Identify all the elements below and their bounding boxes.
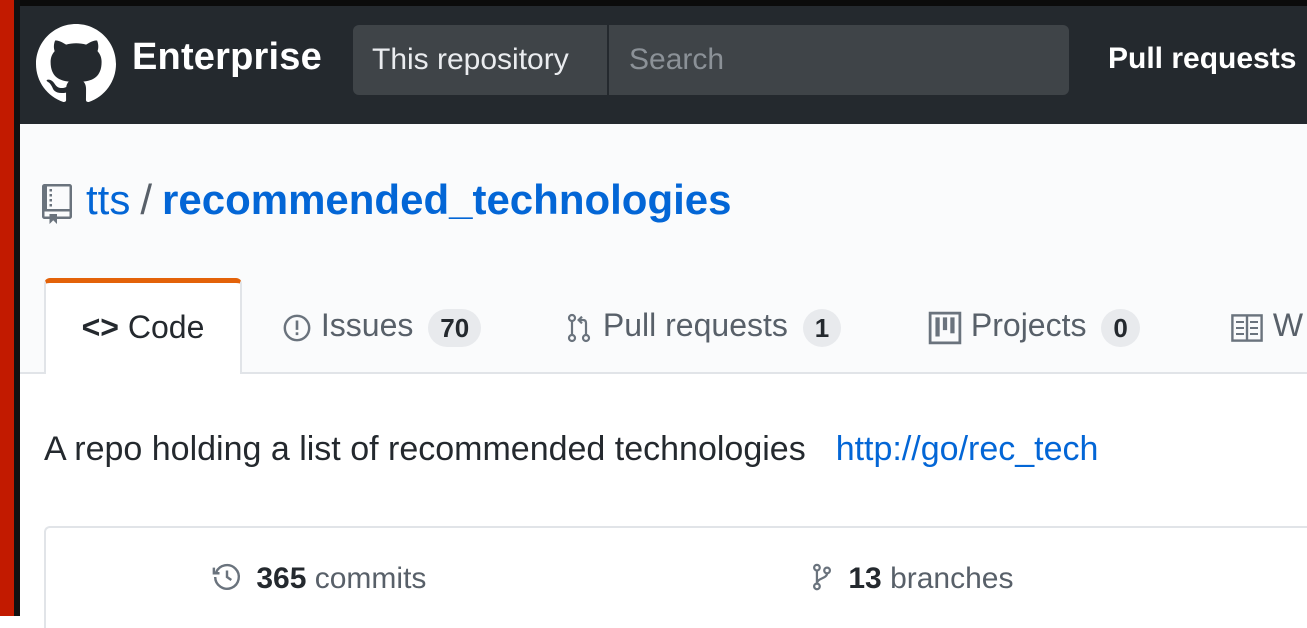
tab-label: Pull requests bbox=[602, 307, 788, 343]
wiki-icon bbox=[1230, 307, 1273, 343]
nav-pull-requests-link[interactable]: Pull requests bbox=[1108, 42, 1296, 76]
repo-summary: 365 commits 13 branches bbox=[44, 526, 1307, 628]
branches-label: branches bbox=[890, 562, 1014, 595]
project-icon bbox=[928, 307, 971, 344]
repo-icon bbox=[42, 184, 72, 224]
tab-label: Projects bbox=[970, 307, 1087, 343]
branches-count: 13 bbox=[848, 562, 882, 595]
pull-requests-counter: 1 bbox=[802, 308, 842, 347]
commits-stat[interactable]: 365 commits bbox=[212, 562, 426, 596]
repo-separator: / bbox=[140, 176, 153, 223]
search-scope-label: This repository bbox=[353, 25, 607, 95]
branches-stat[interactable]: 13 branches bbox=[810, 562, 1013, 596]
tab-wiki[interactable]: W bbox=[1230, 278, 1303, 372]
site-header: Enterprise This repository Pull requests bbox=[20, 6, 1307, 124]
pull-request-icon bbox=[564, 307, 603, 343]
tab-issues[interactable]: Issues 70 bbox=[282, 278, 482, 372]
tab-label: Code bbox=[127, 309, 205, 345]
branch-icon bbox=[810, 562, 848, 595]
tab-label: W bbox=[1272, 307, 1304, 343]
brand-name[interactable]: Enterprise bbox=[132, 36, 322, 79]
tab-label: Issues bbox=[320, 307, 414, 343]
tab-code[interactable]: <> Code bbox=[44, 278, 242, 374]
commits-count: 365 bbox=[256, 562, 307, 595]
projects-counter: 0 bbox=[1101, 308, 1140, 347]
repo-title: tts / recommended_technologies bbox=[86, 176, 732, 224]
tab-pull-requests[interactable]: Pull requests 1 bbox=[564, 278, 842, 372]
tab-projects[interactable]: Projects 0 bbox=[928, 278, 1140, 372]
github-logo-icon[interactable] bbox=[36, 24, 116, 104]
repo-name-link[interactable]: recommended_technologies bbox=[162, 176, 731, 223]
history-icon bbox=[212, 562, 256, 595]
repo-description: A repo holding a list of recommended tec… bbox=[44, 430, 1098, 469]
repo-description-text: A repo holding a list of recommended tec… bbox=[44, 430, 806, 468]
commits-label: commits bbox=[314, 562, 427, 595]
issue-icon bbox=[282, 307, 321, 343]
issues-counter: 70 bbox=[428, 308, 482, 347]
repo-homepage-link[interactable]: http://go/rec_tech bbox=[836, 430, 1099, 468]
repo-owner-link[interactable]: tts bbox=[86, 176, 130, 223]
repo-header: tts / recommended_technologies <> Code Iss… bbox=[20, 124, 1307, 374]
code-icon: <> bbox=[81, 309, 119, 345]
search-input[interactable] bbox=[609, 25, 1069, 95]
